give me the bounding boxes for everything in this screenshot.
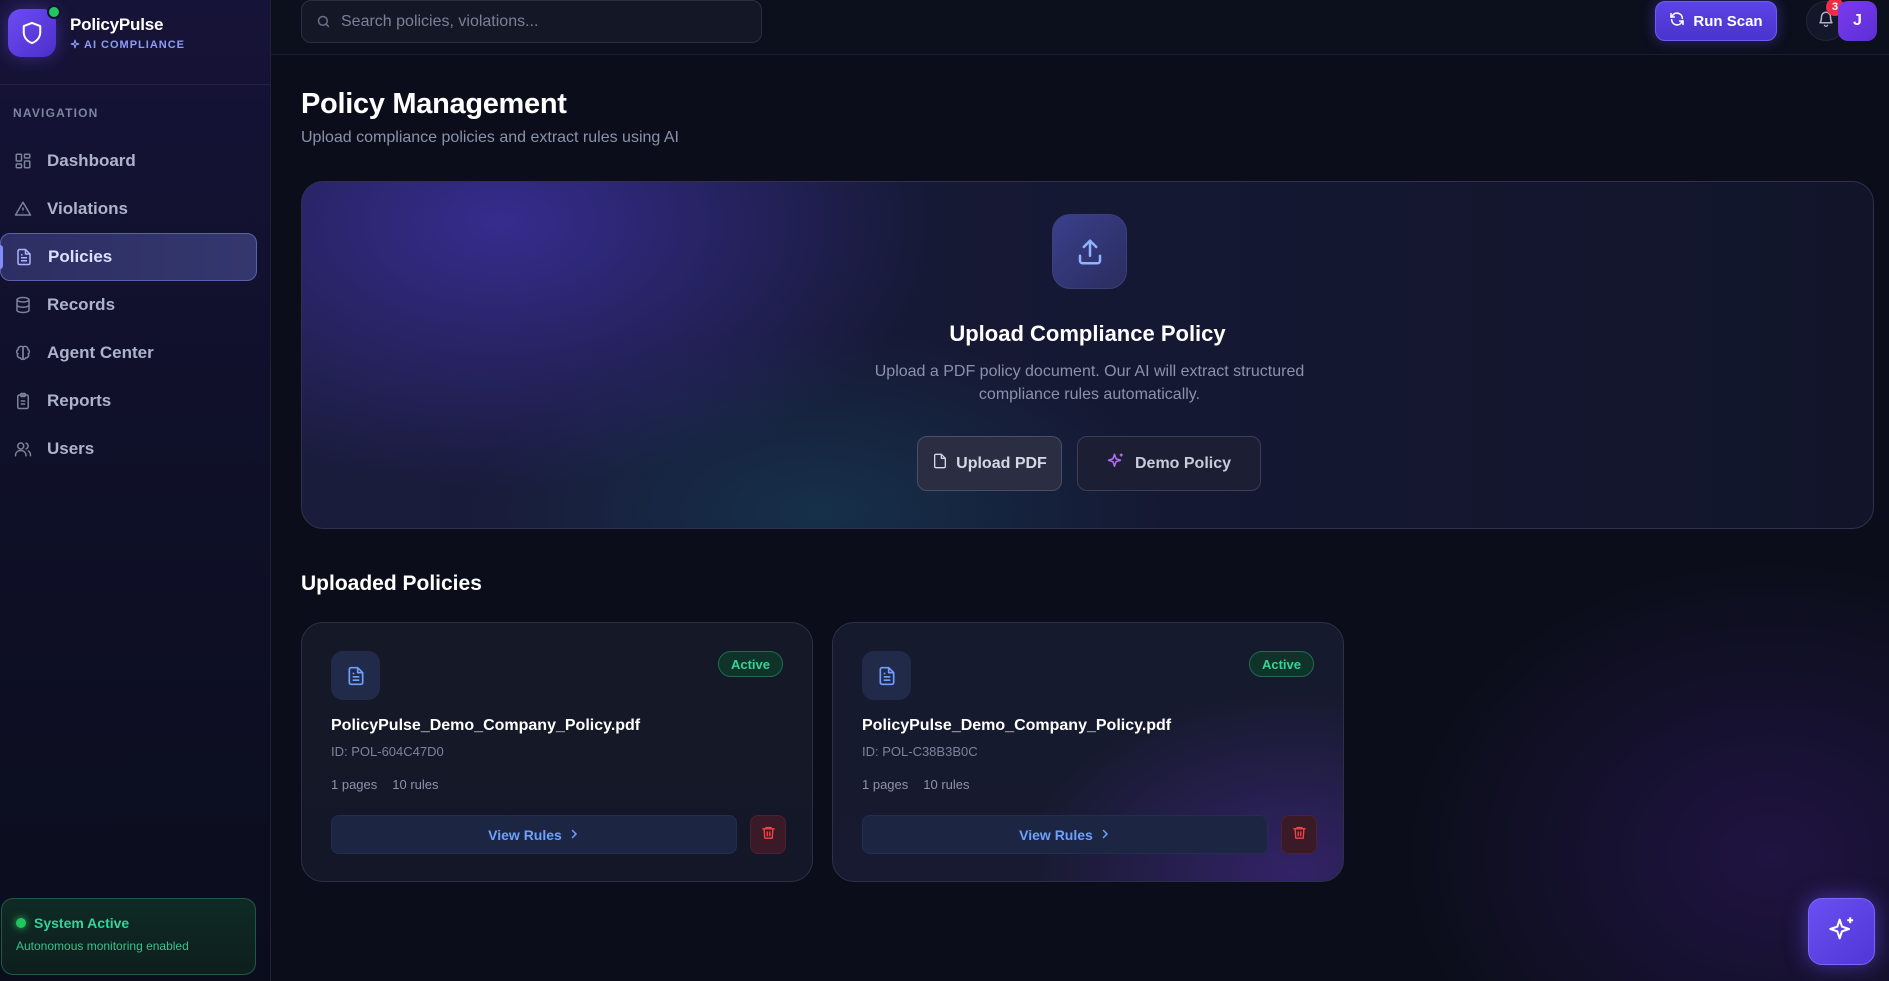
demo-policy-button[interactable]: Demo Policy — [1077, 436, 1261, 491]
policy-id: ID: POL-C38B3B0C — [862, 744, 978, 759]
upload-pdf-button[interactable]: Upload PDF — [917, 436, 1062, 491]
search-input[interactable] — [341, 12, 741, 31]
clipboard-icon — [13, 391, 33, 411]
delete-policy-button[interactable] — [1281, 815, 1317, 854]
alert-triangle-icon — [13, 199, 33, 219]
uploaded-policies-heading: Uploaded Policies — [301, 572, 482, 595]
sparkle-icon — [70, 39, 80, 52]
policy-card: Active PolicyPulse_Demo_Company_Policy.p… — [301, 622, 813, 882]
brand-text: PolicyPulse AI COMPLIANCE — [70, 15, 185, 52]
status-dot-icon — [16, 918, 26, 928]
search-icon — [316, 14, 331, 29]
page-title: Policy Management — [301, 88, 567, 120]
policy-filename: PolicyPulse_Demo_Company_Policy.pdf — [862, 717, 1172, 734]
sidebar-item-label: Records — [47, 295, 116, 314]
users-icon — [13, 439, 33, 459]
policy-meta: 1 pages 10 rules — [862, 777, 970, 792]
upload-description: Upload a PDF policy document. Our AI wil… — [874, 363, 1305, 403]
page-subtitle: Upload compliance policies and extract r… — [301, 129, 679, 146]
system-status-card: System Active Autonomous monitoring enab… — [1, 898, 256, 975]
sparkles-icon — [1828, 915, 1856, 948]
document-icon — [331, 651, 380, 700]
app-root: PolicyPulse AI COMPLIANCE NAVIGATION Das… — [0, 0, 1889, 981]
sidebar-nav: Dashboard Violations Policies Records Ag… — [0, 137, 258, 473]
status-subtitle: Autonomous monitoring enabled — [16, 939, 189, 953]
sidebar-item-label: Agent Center — [47, 343, 154, 362]
search-box[interactable] — [301, 0, 762, 43]
topbar: Run Scan 3 J — [271, 0, 1889, 55]
policy-meta: 1 pages 10 rules — [331, 777, 439, 792]
sparkles-icon — [1107, 452, 1125, 475]
nav-heading: NAVIGATION — [13, 106, 99, 120]
ai-assistant-button[interactable] — [1808, 898, 1875, 965]
upload-icon — [1052, 214, 1127, 289]
view-rules-label: View Rules — [1019, 826, 1093, 843]
sidebar-item-agent-center[interactable]: Agent Center — [0, 329, 257, 377]
app-tagline: AI COMPLIANCE — [84, 39, 185, 51]
upload-title: Upload Compliance Policy — [949, 321, 1226, 346]
status-title: System Active — [34, 915, 130, 931]
brand[interactable]: PolicyPulse AI COMPLIANCE — [8, 5, 185, 57]
policy-id: ID: POL-604C47D0 — [331, 744, 444, 759]
file-text-icon — [14, 247, 34, 267]
delete-policy-button[interactable] — [750, 815, 786, 854]
divider — [0, 84, 270, 85]
status-badge: Active — [1248, 651, 1314, 677]
view-rules-label: View Rules — [488, 826, 562, 843]
sidebar-item-dashboard[interactable]: Dashboard — [0, 137, 257, 185]
policy-card: Active PolicyPulse_Demo_Company_Policy.p… — [832, 622, 1344, 882]
sidebar-item-reports[interactable]: Reports — [0, 377, 257, 425]
brain-icon — [13, 343, 33, 363]
policy-pages: 1 pages — [862, 777, 909, 792]
demo-policy-label: Demo Policy — [1134, 454, 1232, 472]
status-title-row: System Active — [16, 915, 241, 931]
policy-rules-count: 10 rules — [923, 777, 970, 792]
policy-pages: 1 pages — [331, 777, 378, 792]
online-indicator — [47, 5, 61, 19]
sidebar-item-violations[interactable]: Violations — [0, 185, 257, 233]
policy-filename: PolicyPulse_Demo_Company_Policy.pdf — [331, 717, 641, 734]
view-rules-button[interactable]: View Rules — [331, 815, 737, 854]
sidebar-item-label: Reports — [47, 391, 112, 410]
sidebar: PolicyPulse AI COMPLIANCE NAVIGATION Das… — [0, 0, 271, 981]
chevron-right-icon — [568, 827, 580, 843]
sidebar-item-users[interactable]: Users — [0, 425, 257, 473]
app-name: PolicyPulse — [70, 14, 164, 34]
trash-icon — [1292, 825, 1307, 845]
grid-icon — [13, 151, 33, 171]
run-scan-label: Run Scan — [1693, 12, 1763, 30]
sidebar-item-label: Users — [47, 439, 95, 458]
sidebar-item-label: Dashboard — [47, 151, 136, 170]
view-rules-button[interactable]: View Rules — [862, 815, 1268, 854]
status-badge: Active — [717, 651, 783, 677]
refresh-icon — [1669, 11, 1685, 31]
policy-rules-count: 10 rules — [392, 777, 439, 792]
avatar[interactable]: J — [1838, 1, 1877, 41]
upload-pdf-label: Upload PDF — [956, 454, 1047, 472]
run-scan-button[interactable]: Run Scan — [1655, 1, 1777, 41]
sidebar-item-records[interactable]: Records — [0, 281, 257, 329]
main-content: Policy Management Upload compliance poli… — [271, 56, 1889, 981]
sidebar-item-policies[interactable]: Policies — [0, 233, 257, 281]
document-icon — [862, 651, 911, 700]
upload-dropzone[interactable]: Upload Compliance Policy Upload a PDF po… — [301, 181, 1874, 529]
database-icon — [13, 295, 33, 315]
file-icon — [932, 453, 948, 474]
chevron-right-icon — [1099, 827, 1111, 843]
sidebar-item-label: Policies — [48, 247, 113, 266]
shield-logo-icon — [8, 5, 61, 57]
app-tagline-row: AI COMPLIANCE — [70, 39, 185, 52]
trash-icon — [761, 825, 776, 845]
sidebar-item-label: Violations — [47, 199, 128, 218]
